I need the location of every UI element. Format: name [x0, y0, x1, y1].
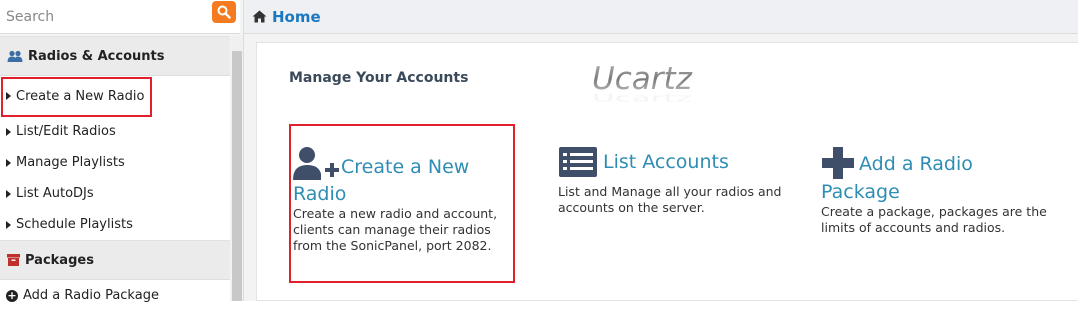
search-input[interactable]	[0, 0, 206, 33]
search-icon	[217, 5, 231, 19]
sidebar-item-label: List/Edit Radios	[16, 124, 116, 139]
sidebar-scrollbar[interactable]	[231, 36, 243, 301]
caret-right-icon	[6, 127, 11, 136]
scrollbar-thumb[interactable]	[232, 51, 242, 301]
sidebar-item-label: Create a New Radio	[16, 88, 145, 104]
section-packages[interactable]: Packages	[0, 240, 230, 280]
home-icon	[252, 10, 267, 23]
plus-circle-icon: +	[6, 289, 18, 302]
sidebar-item-list-edit-radios[interactable]: List/Edit Radios	[0, 116, 230, 147]
sidebar-item-list-autodjs[interactable]: List AutoDJs	[0, 178, 230, 209]
ucartz-logo: Ucartz Ucartz	[592, 61, 693, 102]
card-title[interactable]: Add a Radio	[859, 152, 973, 176]
sidebar: Radios & Accounts Create a New Radio Lis…	[0, 0, 244, 311]
caret-right-icon	[6, 220, 11, 229]
section-label: Radios & Accounts	[28, 48, 165, 64]
list-icon	[558, 146, 600, 178]
add-user-icon	[293, 146, 341, 182]
section-radios-accounts[interactable]: Radios & Accounts	[0, 36, 230, 76]
card-title-line2[interactable]: Radio	[293, 182, 508, 206]
caret-right-icon	[6, 92, 11, 100]
search-box	[0, 0, 240, 34]
sidebar-menu: Radios & Accounts Create a New Radio Lis…	[0, 36, 230, 311]
card-title[interactable]: Create a New	[341, 155, 469, 179]
search-button[interactable]	[212, 1, 236, 23]
sidebar-item-add-radio-package[interactable]: + Add a Radio Package	[0, 280, 230, 311]
users-icon	[7, 50, 23, 63]
card-create-radio[interactable]: Create a New Radio Create a new radio an…	[293, 146, 508, 254]
card-description: Create a new radio and account, clients …	[293, 206, 498, 253]
card-description: Create a package, packages are the limit…	[821, 204, 1047, 235]
sidebar-item-manage-playlists[interactable]: Manage Playlists	[0, 147, 230, 178]
caret-right-icon	[6, 158, 11, 167]
sidebar-item-create-radio[interactable]: Create a New Radio	[0, 76, 230, 117]
sidebar-item-schedule-playlists[interactable]: Schedule Playlists	[0, 209, 230, 240]
page-title: Manage Your Accounts	[289, 70, 469, 86]
card-add-radio-package[interactable]: Add a Radio Package Create a package, pa…	[821, 146, 1071, 236]
breadcrumb: Home	[244, 0, 1078, 34]
section-label: Packages	[25, 252, 94, 268]
card-description: List and Manage all your radios and acco…	[558, 184, 782, 215]
archive-icon	[7, 254, 20, 266]
sidebar-item-label: List AutoDJs	[16, 186, 94, 201]
sidebar-item-label: Schedule Playlists	[16, 217, 133, 232]
card-title[interactable]: List Accounts	[603, 150, 729, 174]
card-list-accounts[interactable]: List Accounts List and Manage all your r…	[558, 146, 798, 216]
sidebar-item-label: Manage Playlists	[16, 155, 125, 170]
plus-icon	[821, 146, 855, 180]
card-title-line2[interactable]: Package	[821, 180, 1071, 204]
svg-text:Ucartz: Ucartz	[592, 92, 692, 102]
home-link[interactable]: Home	[272, 8, 321, 26]
caret-right-icon	[6, 189, 11, 198]
